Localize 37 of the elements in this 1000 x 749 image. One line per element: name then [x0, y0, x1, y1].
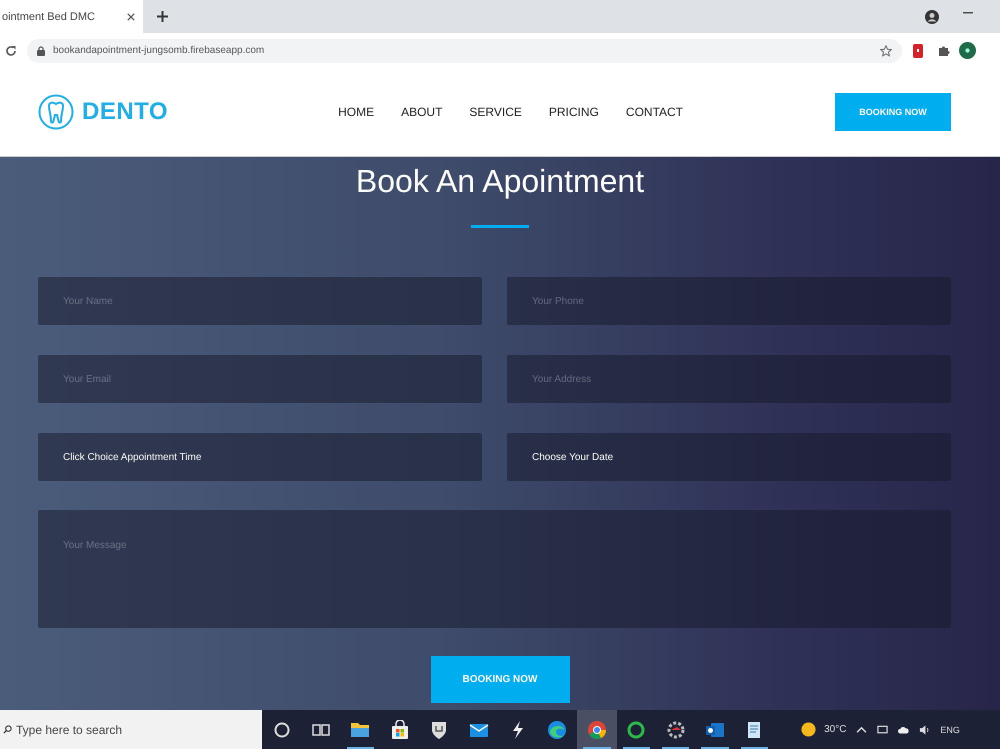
- temperature-label[interactable]: 30°C: [824, 724, 846, 735]
- shopping-bag-icon: [390, 720, 410, 740]
- sun-icon[interactable]: [801, 722, 816, 737]
- avatar-icon[interactable]: [959, 42, 976, 59]
- cloud-icon[interactable]: [898, 724, 910, 734]
- star-icon[interactable]: [880, 44, 892, 56]
- profile-icon[interactable]: [925, 10, 939, 24]
- tooth-logo-icon: [38, 94, 74, 130]
- nav-link[interactable]: PRICING: [548, 105, 599, 119]
- close-icon[interactable]: [127, 12, 135, 20]
- ring-icon: [626, 720, 646, 740]
- minimize-icon[interactable]: [963, 12, 973, 14]
- nav-link[interactable]: HOME: [338, 105, 374, 119]
- extension-icon[interactable]: [913, 44, 923, 58]
- brand-name: DENTO: [82, 98, 168, 126]
- search-icon: [3, 725, 12, 734]
- spinner-icon: [666, 720, 686, 740]
- circle-icon: [272, 720, 292, 740]
- color-wheel-icon: [586, 720, 607, 740]
- dropdown-field[interactable]: Click Choice Appointment Time: [38, 433, 482, 481]
- address-bar[interactable]: bookandapointment-jungsomb.firebaseapp.com: [27, 38, 902, 62]
- nav-link[interactable]: CONTACT: [626, 105, 684, 119]
- speaker-icon[interactable]: [919, 724, 930, 734]
- plus-icon[interactable]: [157, 11, 168, 22]
- search-field[interactable]: Type here to search: [0, 710, 262, 749]
- nav-link[interactable]: ABOUT: [401, 105, 442, 119]
- browser-tab[interactable]: ointment Bed DMC: [0, 0, 143, 33]
- date-field[interactable]: Choose Your Date: [507, 433, 951, 481]
- page-heading: Book An Apointment: [356, 162, 644, 200]
- puzzle-icon[interactable]: [938, 44, 950, 56]
- reload-icon[interactable]: [5, 44, 17, 56]
- caret-up-icon[interactable]: [856, 724, 868, 734]
- language-label[interactable]: ENG: [940, 724, 960, 734]
- lock-icon: [37, 46, 45, 56]
- monitor-icon[interactable]: [877, 724, 888, 734]
- swirl-icon: [547, 720, 568, 740]
- nav-link[interactable]: SERVICE: [469, 105, 522, 119]
